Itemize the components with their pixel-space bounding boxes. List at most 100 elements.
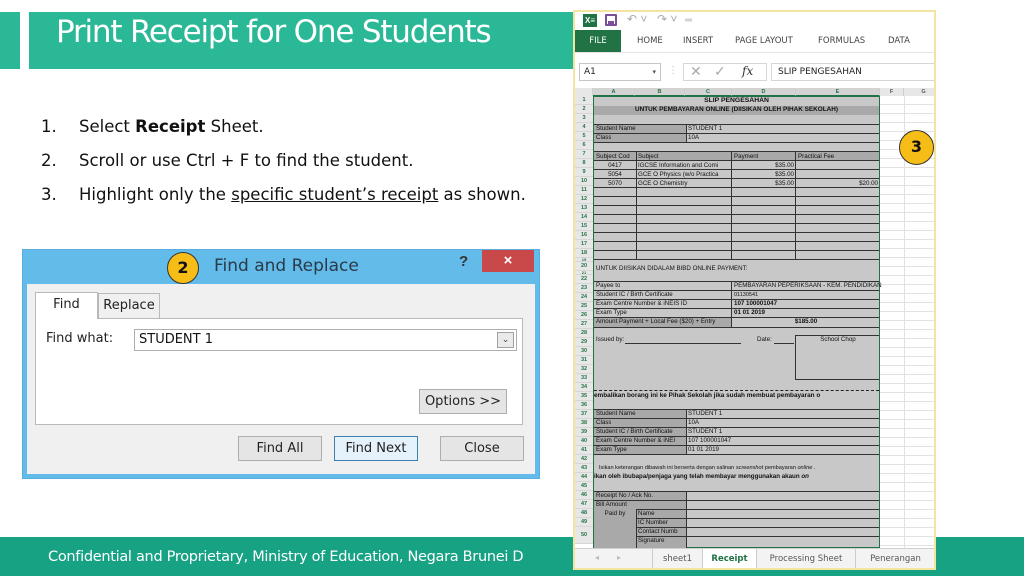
close-button[interactable]: Close	[440, 436, 524, 461]
row-header[interactable]: 39	[575, 428, 593, 437]
row-header[interactable]: 45	[575, 482, 593, 491]
undo-icon[interactable]: ↶ ˅	[627, 12, 647, 26]
cell-label: IC Number	[638, 519, 668, 526]
row-header[interactable]: 5	[575, 132, 593, 141]
row-header[interactable]: 38	[575, 419, 593, 428]
row-header[interactable]: 26	[575, 311, 593, 320]
row-header[interactable]: 13	[575, 204, 593, 213]
row-header[interactable]: 8	[575, 159, 593, 168]
row-header[interactable]: 10	[575, 177, 593, 186]
row-header[interactable]: 29	[575, 338, 593, 347]
cell-value: 10A	[688, 419, 700, 426]
worksheet-grid[interactable]: A B C D E F G 1 2 3 4 5 6 7 8 9 10 11 12 13 14 15 16 17 1…	[575, 88, 934, 548]
row-header[interactable]: 33	[575, 374, 593, 383]
ribbon-tab-insert[interactable]: INSERT	[683, 30, 713, 52]
redo-icon[interactable]: ↷ ˅	[657, 12, 677, 26]
help-icon[interactable]: ?	[459, 253, 468, 270]
tab-find[interactable]: Find	[35, 292, 98, 319]
ribbon-tab-data[interactable]: DATA	[888, 30, 910, 52]
row-header[interactable]: 35	[575, 392, 593, 401]
row-header[interactable]: 9	[575, 168, 593, 177]
border	[594, 133, 879, 134]
options-button[interactable]: Options >>	[419, 389, 507, 414]
find-what-input[interactable]: STUDENT 1 ⌄	[134, 329, 517, 351]
column-header-f[interactable]: F	[880, 88, 904, 96]
row-header[interactable]: 6	[575, 141, 593, 150]
dialog-close-button[interactable]: ×	[482, 250, 534, 272]
row-header[interactable]: 48	[575, 509, 593, 518]
row-header[interactable]: 25	[575, 302, 593, 311]
border	[636, 527, 879, 528]
cancel-icon[interactable]: ✕	[690, 63, 702, 80]
column-header-a[interactable]: A	[593, 88, 635, 96]
row-header[interactable]: 46	[575, 491, 593, 500]
border	[594, 500, 879, 501]
column-header-g[interactable]: G	[904, 88, 934, 96]
cell-class: 10A	[688, 134, 700, 141]
row-header[interactable]: 40	[575, 437, 593, 446]
row-header[interactable]: 50	[575, 527, 593, 544]
check-icon[interactable]: ✓	[714, 63, 726, 80]
ribbon-tab-page-layout[interactable]: PAGE LAYOUT	[735, 30, 793, 52]
sheet-tab-receipt[interactable]: Receipt	[702, 549, 756, 568]
row-header[interactable]: 42	[575, 455, 593, 464]
save-icon[interactable]	[605, 14, 617, 26]
formula-input[interactable]: SLIP PENGESAHAN	[771, 63, 934, 81]
row-header[interactable]: 43	[575, 464, 593, 473]
name-box[interactable]: A1 ▾	[579, 63, 661, 81]
step-number: 2.	[41, 151, 57, 170]
row-header[interactable]: 24	[575, 293, 593, 302]
column-header-b[interactable]: B	[635, 88, 685, 96]
chevron-down-icon[interactable]: ▾	[652, 64, 656, 80]
row-header[interactable]: 22	[575, 275, 593, 284]
row-header[interactable]: 44	[575, 473, 593, 482]
row-header[interactable]: 34	[575, 383, 593, 392]
sheet-tab-processing-sheet[interactable]: Processing Sheet	[756, 549, 855, 568]
row-header[interactable]: 28	[575, 329, 593, 338]
row-header[interactable]: 36	[575, 401, 593, 410]
insert-function-icon[interactable]: fx	[742, 64, 753, 78]
row-header[interactable]: 17	[575, 240, 593, 249]
step-text-post: Sheet.	[205, 117, 264, 136]
row-header[interactable]: 16	[575, 231, 593, 240]
find-next-button[interactable]: Find Next	[334, 436, 418, 461]
cell-exam-centre: 107 100001047	[734, 300, 778, 307]
customize-qat-icon[interactable]: ═	[685, 15, 692, 26]
row-header[interactable]: 30	[575, 347, 593, 356]
row-header[interactable]: 14	[575, 213, 593, 222]
column-header-c[interactable]: C	[685, 88, 732, 96]
row-header[interactable]: 23	[575, 284, 593, 293]
row-header[interactable]: 4	[575, 123, 593, 132]
sheet-next-icon[interactable]: ▸	[617, 553, 621, 562]
row-header[interactable]: 32	[575, 365, 593, 374]
sheet-prev-icon[interactable]: ◂	[595, 553, 599, 562]
title-accent-strip	[0, 12, 20, 69]
border	[795, 151, 796, 259]
row-header[interactable]: 37	[575, 410, 593, 419]
select-all-corner[interactable]	[575, 88, 593, 96]
cell-label: Student IC / Birth Certificate	[596, 291, 673, 298]
row-header[interactable]: 11	[575, 186, 593, 195]
row-header[interactable]: 49	[575, 518, 593, 527]
ribbon-tab-formulas[interactable]: FORMULAS	[818, 30, 865, 52]
column-header-d[interactable]: D	[732, 88, 796, 96]
text: pembayaran	[763, 465, 798, 471]
row-header[interactable]: 1	[575, 96, 593, 105]
chevron-down-icon[interactable]: ⌄	[497, 332, 514, 348]
row-header[interactable]: 31	[575, 356, 593, 365]
row-header[interactable]: 27	[575, 320, 593, 329]
sheet-tab-penerangan[interactable]: Penerangan	[855, 549, 934, 568]
column-header-e[interactable]: E	[796, 88, 880, 96]
row-header[interactable]: 47	[575, 500, 593, 509]
find-all-button[interactable]: Find All	[238, 436, 322, 461]
tab-replace[interactable]: Replace	[98, 293, 160, 318]
ribbon-tab-file[interactable]: FILE	[575, 30, 621, 52]
row-header[interactable]: 12	[575, 195, 593, 204]
ribbon-tab-home[interactable]: HOME	[637, 30, 663, 52]
row-header[interactable]: 41	[575, 446, 593, 455]
sheet-tab-sheet1[interactable]: sheet1	[652, 549, 702, 568]
row-header[interactable]: 3	[575, 114, 593, 123]
row-header[interactable]: 2	[575, 105, 593, 114]
row-header[interactable]: 7	[575, 150, 593, 159]
row-header[interactable]: 15	[575, 222, 593, 231]
